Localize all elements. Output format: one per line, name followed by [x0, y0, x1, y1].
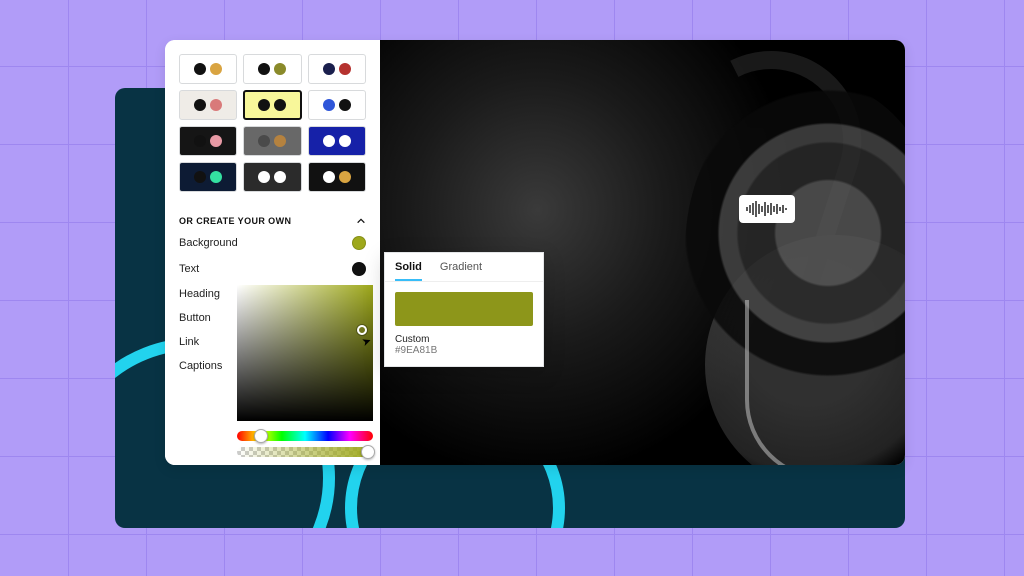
palette-dot — [258, 99, 270, 111]
field-background[interactable]: Background — [179, 236, 366, 250]
palette-option[interactable] — [243, 90, 301, 120]
palette-dot — [339, 171, 351, 183]
field-swatch[interactable] — [352, 262, 366, 276]
palette-option[interactable] — [243, 126, 301, 156]
preview-image — [745, 300, 865, 465]
field-label: Link — [179, 336, 199, 348]
alpha-slider[interactable] — [237, 447, 373, 457]
palette-dot — [210, 99, 222, 111]
palette-option[interactable] — [179, 126, 237, 156]
sv-thumb[interactable] — [357, 325, 367, 335]
palette-dot — [258, 135, 270, 147]
create-your-own-label: OR CREATE YOUR OWN — [179, 216, 291, 226]
palette-option[interactable] — [179, 54, 237, 84]
chevron-up-icon — [356, 216, 366, 226]
palette-dot — [194, 171, 206, 183]
palette-dot — [258, 171, 270, 183]
palette-option[interactable] — [308, 54, 366, 84]
tab-solid[interactable]: Solid — [395, 261, 422, 281]
alpha-thumb[interactable] — [361, 445, 375, 459]
palette-dot — [339, 135, 351, 147]
popover-label: Custom — [395, 334, 533, 345]
palette-dot — [194, 135, 206, 147]
palette-option[interactable] — [179, 162, 237, 192]
palette-dot — [210, 171, 222, 183]
hue-thumb[interactable] — [254, 429, 268, 443]
color-sidebar: OR CREATE YOUR OWN Background Text Headi… — [165, 40, 380, 465]
color-picker: ➤ — [237, 285, 373, 457]
palette-dot — [274, 63, 286, 75]
create-your-own-header[interactable]: OR CREATE YOUR OWN — [179, 216, 366, 226]
palette-option[interactable] — [243, 54, 301, 84]
palette-dot — [323, 99, 335, 111]
palette-option[interactable] — [308, 126, 366, 156]
waveform-badge — [739, 195, 795, 223]
palette-dot — [194, 99, 206, 111]
field-label: Button — [179, 312, 211, 324]
palette-option[interactable] — [308, 162, 366, 192]
palette-dot — [274, 171, 286, 183]
field-swatch[interactable] — [352, 236, 366, 250]
palette-dot — [210, 63, 222, 75]
field-label: Heading — [179, 288, 220, 300]
app-background: OR CREATE YOUR OWN Background Text Headi… — [0, 0, 1024, 576]
waveform-icon — [745, 200, 789, 218]
popover-tabs: Solid Gradient — [385, 253, 543, 282]
color-chip[interactable] — [395, 292, 533, 326]
palette-dot — [323, 135, 335, 147]
palette-dot — [323, 171, 335, 183]
field-text[interactable]: Text — [179, 262, 366, 276]
palette-dot — [274, 99, 286, 111]
palette-dot — [339, 99, 351, 111]
popover-body: Custom #9EA81B — [385, 282, 543, 366]
popover-hex: #9EA81B — [395, 345, 533, 356]
palette-dot — [274, 135, 286, 147]
palette-dot — [339, 63, 351, 75]
palette-dot — [210, 135, 222, 147]
palette-option[interactable] — [308, 90, 366, 120]
cursor-icon: ➤ — [360, 334, 373, 349]
sv-plane[interactable]: ➤ — [237, 285, 373, 421]
field-label: Text — [179, 263, 199, 275]
field-label: Background — [179, 237, 238, 249]
tab-gradient[interactable]: Gradient — [440, 261, 482, 281]
palette-dot — [258, 63, 270, 75]
palette-option[interactable] — [243, 162, 301, 192]
color-popover: Solid Gradient Custom #9EA81B — [384, 252, 544, 367]
palette-dot — [323, 63, 335, 75]
palette-grid — [179, 54, 366, 192]
hue-slider[interactable] — [237, 431, 373, 441]
field-label: Captions — [179, 360, 222, 372]
palette-option[interactable] — [179, 90, 237, 120]
palette-dot — [194, 63, 206, 75]
